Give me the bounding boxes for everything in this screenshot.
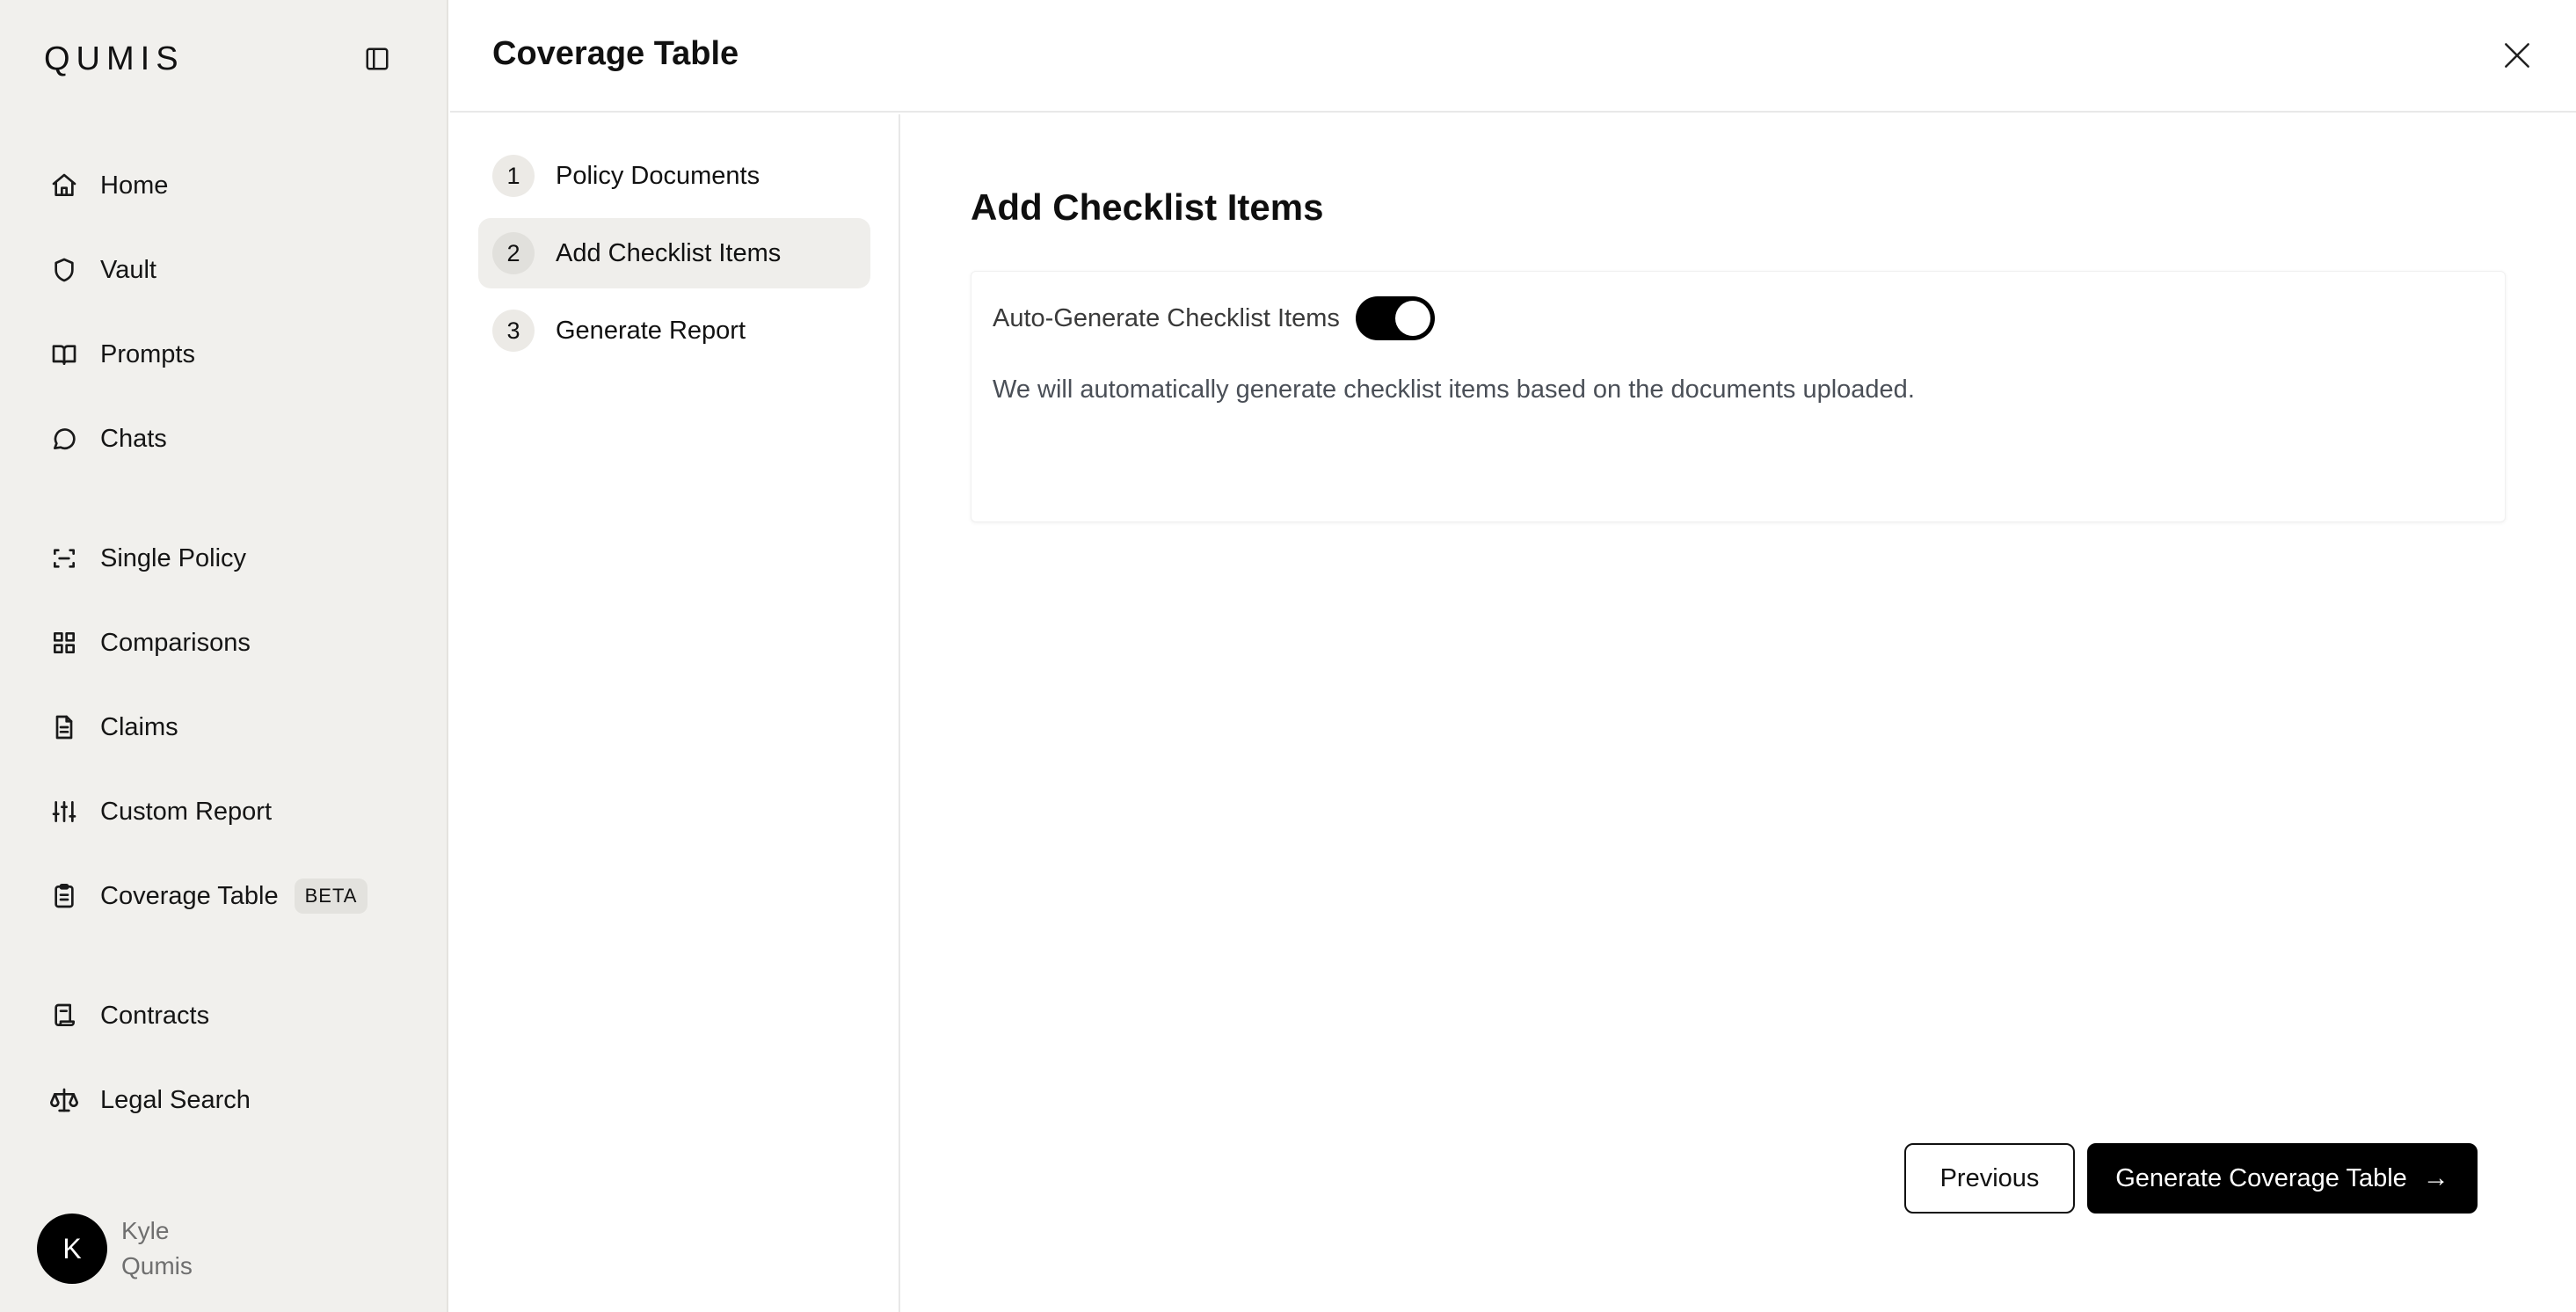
sidebar-item-label: Coverage Table	[100, 881, 279, 910]
generate-button-label: Generate Coverage Table	[2115, 1163, 2407, 1192]
collapse-sidebar-button[interactable]	[360, 42, 394, 76]
step-label: Policy Documents	[556, 161, 760, 190]
user-name: Kyle Qumis	[121, 1214, 193, 1284]
sidebar-item-contracts[interactable]: Contracts	[49, 991, 209, 1040]
steps-panel: 1 Policy Documents 2 Add Checklist Items…	[450, 114, 900, 1312]
step-label: Add Checklist Items	[556, 238, 782, 267]
header: Coverage Table	[450, 0, 2576, 113]
sidebar-item-coverage-table[interactable]: Coverage Table BETA	[49, 871, 368, 921]
book-icon	[49, 339, 79, 369]
user-last-name: Qumis	[121, 1252, 193, 1279]
page-title: Coverage Table	[492, 35, 739, 72]
close-icon	[2505, 43, 2529, 68]
sidebar-item-label: Single Policy	[100, 543, 247, 572]
sidebar-item-legal-search[interactable]: Legal Search	[49, 1075, 251, 1125]
step-number: 1	[492, 155, 535, 197]
step-generate-report[interactable]: 3 Generate Report	[478, 295, 870, 366]
user-profile[interactable]: K Kyle Qumis	[37, 1214, 193, 1284]
sidebar-item-home[interactable]: Home	[49, 161, 168, 210]
chat-bubble-icon	[49, 424, 79, 454]
sidebar-item-label: Home	[100, 171, 169, 200]
toggle-knob	[1394, 301, 1430, 336]
qumis-logo[interactable]: QUMIS	[44, 40, 185, 78]
scroll-icon	[49, 1001, 79, 1031]
sidebar-item-label: Chats	[100, 424, 167, 453]
step-add-checklist-items[interactable]: 2 Add Checklist Items	[478, 218, 870, 288]
auto-generate-row: Auto-Generate Checklist Items	[993, 296, 1435, 340]
scale-icon	[49, 1085, 79, 1115]
user-first-name: Kyle	[121, 1217, 170, 1244]
sliders-icon	[49, 797, 79, 827]
sidebar-item-label: Comparisons	[100, 628, 251, 657]
generate-coverage-table-button[interactable]: Generate Coverage Table →	[2087, 1143, 2478, 1214]
arrow-right-icon: →	[2422, 1163, 2449, 1192]
step-label: Generate Report	[556, 316, 746, 345]
home-icon	[49, 171, 79, 200]
auto-generate-toggle[interactable]	[1355, 296, 1435, 340]
sidebar-item-custom-report[interactable]: Custom Report	[49, 787, 272, 836]
sidebar-item-label: Custom Report	[100, 797, 273, 826]
document-icon	[49, 712, 79, 742]
description-text: We will automatically generate checklist…	[993, 375, 1915, 404]
sidebar-item-label: Claims	[100, 712, 178, 741]
sidebar-item-vault[interactable]: Vault	[49, 245, 156, 295]
step-policy-documents[interactable]: 1 Policy Documents	[478, 141, 870, 211]
grid-icon	[49, 628, 79, 658]
step-number: 3	[492, 310, 535, 352]
sidebar-item-claims[interactable]: Claims	[49, 703, 178, 752]
sidebar-item-label: Vault	[100, 255, 156, 284]
sidebar-toggle-icon	[366, 47, 389, 70]
close-button[interactable]	[2497, 35, 2537, 76]
clipboard-icon	[49, 881, 79, 911]
sidebar-item-comparisons[interactable]: Comparisons	[49, 618, 251, 667]
checklist-card: Auto-Generate Checklist Items We will au…	[971, 271, 2506, 522]
scan-icon	[49, 543, 79, 573]
sidebar-item-label: Prompts	[100, 339, 195, 368]
sidebar-item-label: Contracts	[100, 1001, 210, 1030]
main-content: Add Checklist Items Auto-Generate Checkl…	[902, 114, 2576, 1312]
sidebar: QUMIS Home Vault Prompts Chats Single Po…	[0, 0, 448, 1312]
avatar: K	[37, 1214, 107, 1284]
sidebar-item-single-policy[interactable]: Single Policy	[49, 534, 246, 583]
step-number: 2	[492, 232, 535, 274]
sidebar-item-chats[interactable]: Chats	[49, 414, 167, 463]
section-title: Add Checklist Items	[971, 186, 1324, 228]
sidebar-item-prompts[interactable]: Prompts	[49, 330, 195, 379]
previous-button[interactable]: Previous	[1904, 1143, 2075, 1214]
sidebar-item-label: Legal Search	[100, 1085, 251, 1114]
toggle-label: Auto-Generate Checklist Items	[993, 303, 1340, 332]
beta-badge: BETA	[294, 878, 368, 914]
shield-icon	[49, 255, 79, 285]
